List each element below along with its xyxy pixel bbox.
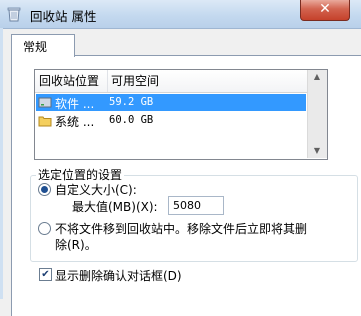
drive-icon	[38, 96, 52, 109]
max-value-label: 最大值(MB)(X):	[72, 200, 158, 214]
column-header-space[interactable]: 可用空间	[108, 70, 159, 92]
folder-icon	[38, 114, 52, 127]
location-list[interactable]: 回收站位置 可用空间 软件 ... 59.2 GB 系统 ... 60.0 GB…	[34, 69, 328, 160]
column-header-location[interactable]: 回收站位置	[35, 70, 108, 92]
no-recycle-radio[interactable]	[38, 222, 51, 235]
recycle-bin-icon	[6, 6, 22, 22]
free-space: 59.2 GB	[109, 96, 154, 108]
max-size-input[interactable]: 5080	[168, 196, 224, 215]
custom-size-label[interactable]: 自定义大小(C):	[55, 181, 137, 198]
scroll-down-icon[interactable]: ▼	[310, 144, 324, 158]
location-name: 系统 ...	[55, 115, 95, 129]
scroll-up-icon[interactable]: ▲	[310, 70, 324, 84]
vertical-scrollbar[interactable]: ▲ ▼	[307, 70, 327, 158]
window-title: 回收站 属性	[30, 9, 97, 24]
confirm-delete-checkbox[interactable]: ✔	[39, 268, 52, 281]
window-frame	[0, 28, 3, 299]
tab-label: 常规	[23, 40, 48, 54]
title-bar: 回收站 属性 ✕	[0, 0, 361, 29]
free-space: 60.0 GB	[109, 114, 154, 126]
location-name: 软件 ...	[55, 97, 95, 111]
no-recycle-label-line2[interactable]: 除(R)。	[55, 236, 97, 253]
tab-general[interactable]: 常规	[11, 34, 75, 57]
custom-size-radio[interactable]	[38, 183, 51, 196]
no-recycle-label-line1[interactable]: 不将文件移到回收站中。移除文件后立即将其删	[55, 220, 307, 237]
close-button[interactable]: ✕	[300, 0, 350, 21]
confirm-delete-label[interactable]: 显示删除确认对话框(D)	[55, 267, 182, 284]
list-header: 回收站位置 可用空间	[35, 70, 327, 93]
list-item[interactable]: 软件 ... 59.2 GB	[36, 94, 306, 111]
list-item[interactable]: 系统 ... 60.0 GB	[36, 112, 306, 129]
